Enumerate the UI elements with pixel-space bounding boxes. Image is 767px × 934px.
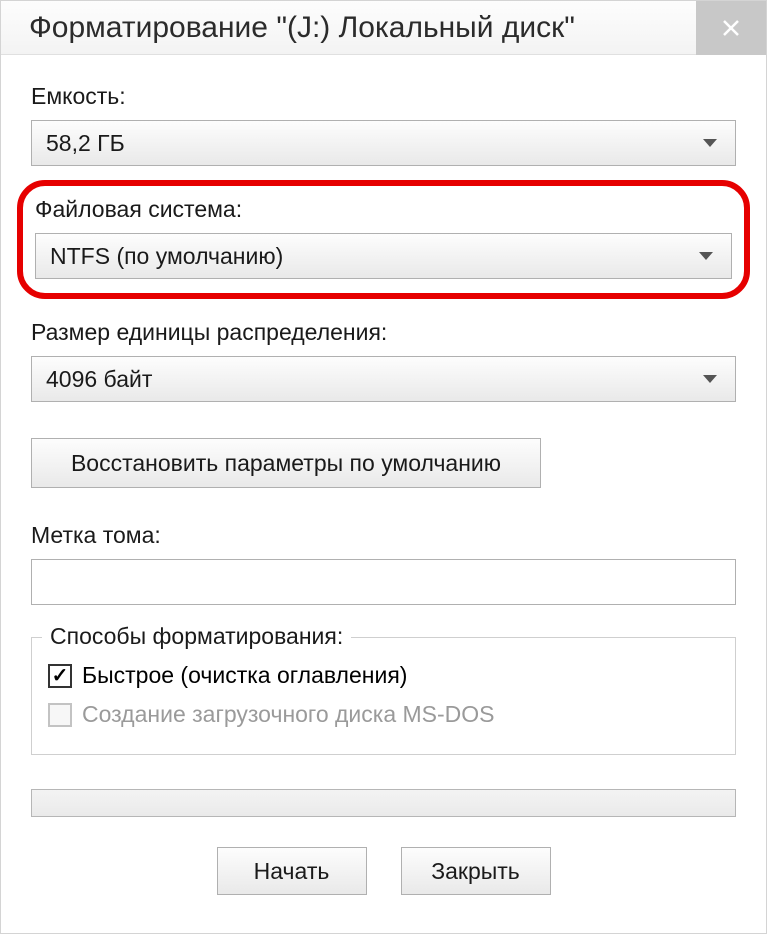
allocation-select[interactable]: 4096 байт <box>31 356 736 402</box>
capacity-label: Емкость: <box>31 83 736 110</box>
close-icon[interactable] <box>696 1 766 55</box>
quick-format-row[interactable]: Быстрое (очистка оглавления) <box>48 662 719 689</box>
msdos-boot-label: Создание загрузочного диска MS-DOS <box>82 701 495 728</box>
window-title: Форматирование "(J:) Локальный диск" <box>29 11 575 45</box>
footer-buttons: Начать Закрыть <box>31 847 736 895</box>
chevron-down-icon <box>703 139 717 147</box>
filesystem-select[interactable]: NTFS (по умолчанию) <box>35 233 732 279</box>
close-button[interactable]: Закрыть <box>401 847 551 895</box>
quick-format-checkbox[interactable] <box>48 664 72 688</box>
format-options-group: Способы форматирования: Быстрое (очистка… <box>31 637 736 755</box>
titlebar: Форматирование "(J:) Локальный диск" <box>1 1 766 55</box>
format-options-legend: Способы форматирования: <box>42 623 351 650</box>
dialog-content: Емкость: 58,2 ГБ Файловая система: NTFS … <box>1 55 766 933</box>
progress-bar <box>31 789 736 817</box>
volume-label-label: Метка тома: <box>31 522 736 549</box>
msdos-boot-checkbox <box>48 703 72 727</box>
chevron-down-icon <box>699 252 713 260</box>
filesystem-highlight: Файловая система: NTFS (по умолчанию) <box>17 180 750 299</box>
restore-defaults-button[interactable]: Восстановить параметры по умолчанию <box>31 438 541 488</box>
allocation-label: Размер единицы распределения: <box>31 319 736 346</box>
allocation-value: 4096 байт <box>46 366 152 393</box>
quick-format-label: Быстрое (очистка оглавления) <box>82 662 407 689</box>
start-button[interactable]: Начать <box>217 847 367 895</box>
filesystem-value: NTFS (по умолчанию) <box>50 243 283 270</box>
format-dialog: Форматирование "(J:) Локальный диск" Емк… <box>0 0 767 934</box>
volume-label-input[interactable] <box>31 559 736 605</box>
filesystem-label: Файловая система: <box>35 196 732 223</box>
chevron-down-icon <box>703 375 717 383</box>
capacity-value: 58,2 ГБ <box>46 130 125 157</box>
capacity-select[interactable]: 58,2 ГБ <box>31 120 736 166</box>
msdos-boot-row: Создание загрузочного диска MS-DOS <box>48 701 719 728</box>
